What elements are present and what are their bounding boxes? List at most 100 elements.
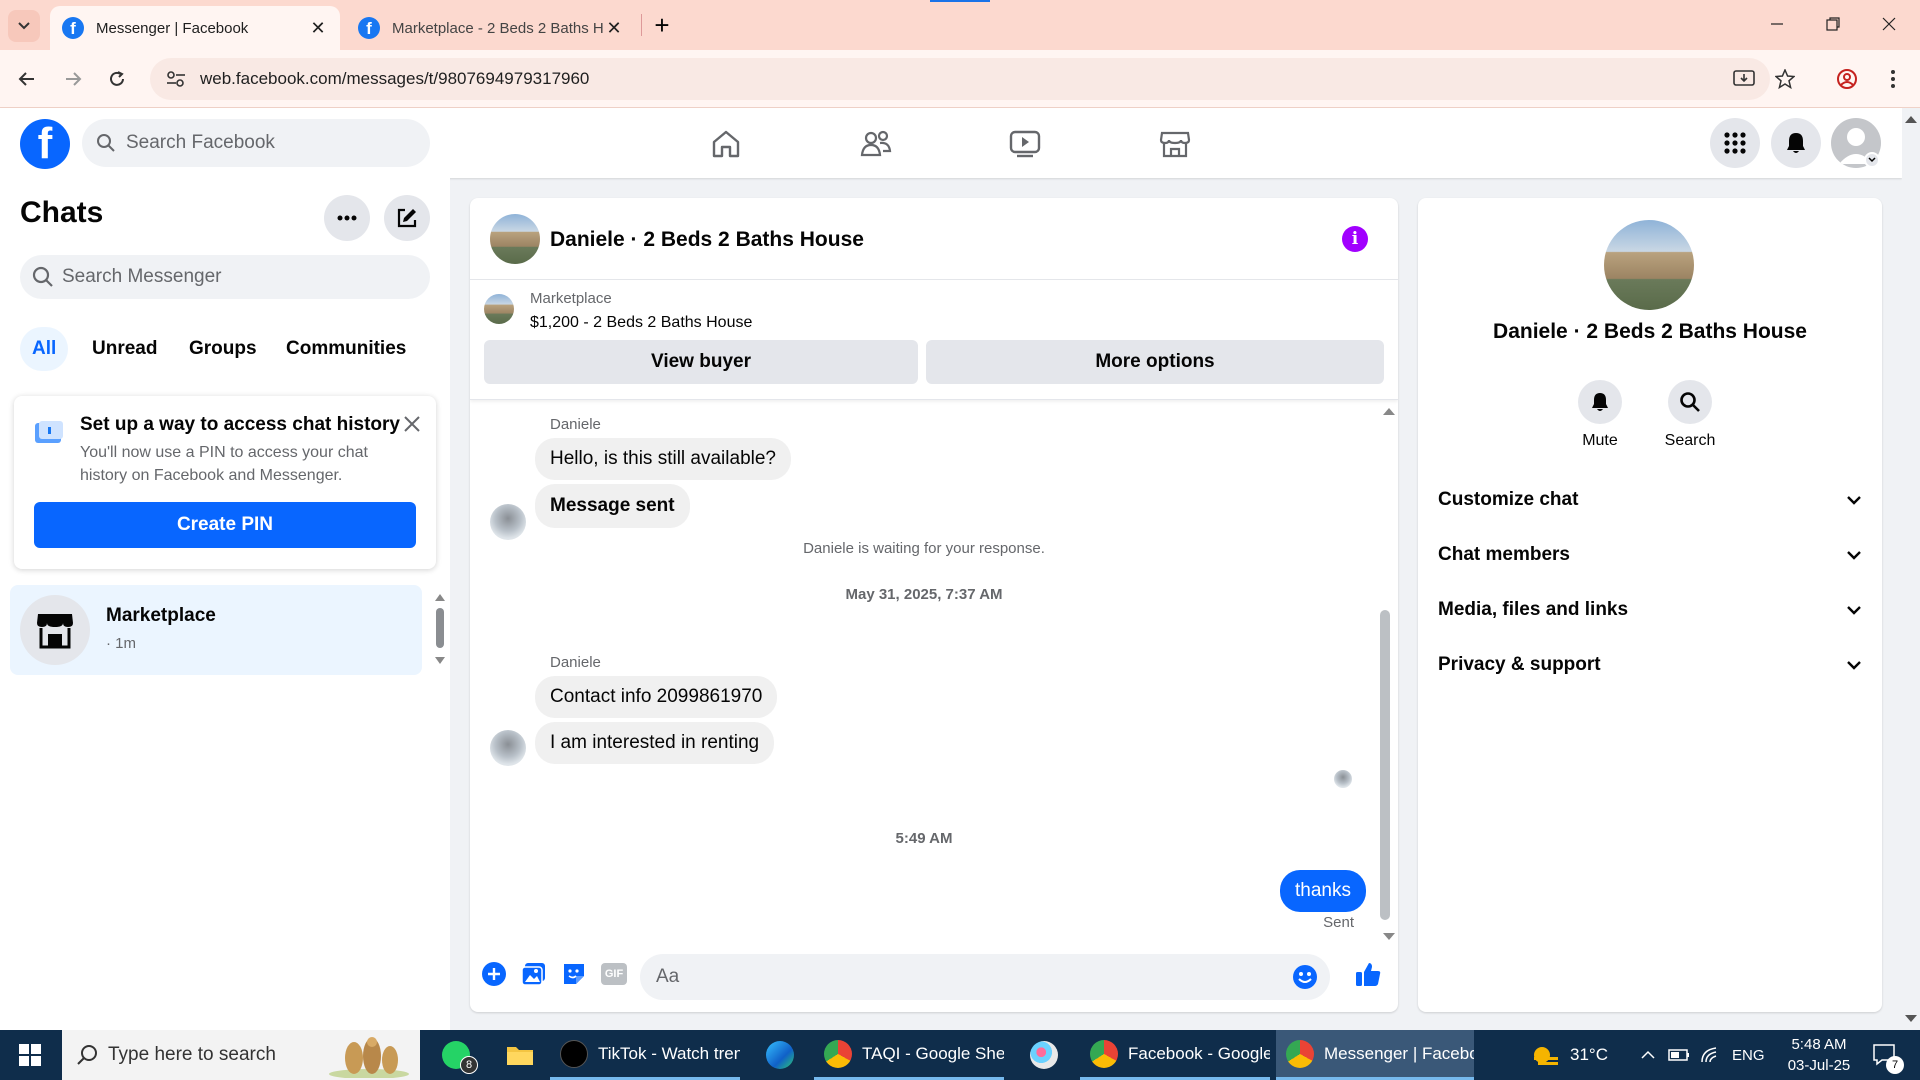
section-media-files-links[interactable]: Media, files and links [1438,588,1862,632]
create-pin-button[interactable]: Create PIN [34,502,416,548]
restore-button[interactable] [1810,8,1856,40]
install-app-button[interactable] [1727,62,1761,96]
triangle-down-icon[interactable] [1904,1014,1918,1024]
triangle-down-icon[interactable] [1382,932,1396,942]
gif-button[interactable]: GIF [600,960,628,988]
view-buyer-button[interactable]: View buyer [484,340,918,384]
filter-unread[interactable]: Unread [80,327,169,371]
message-bubble[interactable]: Hello, is this still available? [535,438,791,480]
marketplace-listing-block: Marketplace $1,200 - 2 Beds 2 Baths Hous… [470,280,1398,400]
outgoing-message-bubble[interactable]: thanks [1280,870,1366,912]
sender-avatar[interactable] [490,730,526,766]
taskbar-edge[interactable] [756,1030,800,1080]
message-bubble[interactable]: Message sent [535,484,690,528]
search-action[interactable]: Search [1650,380,1730,450]
filter-groups[interactable]: Groups [177,327,269,371]
message-input[interactable]: Aa [640,954,1330,1000]
pin-card-title: Set up a way to access chat history [80,414,400,435]
start-button[interactable] [0,1030,60,1080]
nav-marketplace[interactable] [1155,124,1195,164]
facebook-logo[interactable]: f [20,119,70,169]
triangle-up-icon[interactable] [1904,114,1918,124]
marketplace-icon [1159,131,1191,158]
taskbar-messenger-chrome[interactable]: Messenger | Facebo... [1276,1030,1474,1080]
sticker-button[interactable] [560,960,588,988]
conversation-info-icon[interactable]: i [1342,226,1368,252]
language-indicator[interactable]: ENG [1732,1030,1765,1080]
page-scrollbar[interactable] [1902,108,1920,1030]
chats-sidebar: Chats Search Messenger All Unread Groups… [0,178,450,1030]
forward-button[interactable] [56,62,90,96]
tab-marketplace[interactable]: f Marketplace - 2 Beds 2 Baths H ✕ [346,6,636,50]
list-scrollbar-thumb[interactable] [436,608,444,648]
weather-widget[interactable]: 31°C [1530,1030,1608,1080]
more-options-button[interactable]: More options [926,340,1384,384]
more-actions-button[interactable] [480,960,508,988]
minimize-button[interactable] [1754,8,1800,40]
sender-avatar[interactable] [490,504,526,540]
filter-all[interactable]: All [20,327,69,371]
back-button[interactable] [10,62,44,96]
chat-avatar[interactable] [490,214,540,264]
like-button[interactable] [1354,960,1382,988]
tab-messenger[interactable]: f Messenger | Facebook ✕ [50,6,340,50]
facebook-search-input[interactable]: Search Facebook [82,119,430,167]
close-card-button[interactable] [400,412,424,436]
new-message-button[interactable] [384,195,430,241]
listing-title[interactable]: $1,200 - 2 Beds 2 Baths House [530,314,752,332]
taskbar-paint[interactable] [1020,1030,1064,1080]
nav-friends[interactable] [856,124,896,164]
nav-home[interactable] [706,124,746,164]
close-tab-icon[interactable]: ✕ [308,18,328,39]
chat-title[interactable]: Daniele · 2 Beds 2 Baths House [550,228,864,252]
section-privacy-support[interactable]: Privacy & support [1438,643,1862,687]
details-avatar[interactable] [1604,220,1694,310]
emoji-button[interactable] [1292,964,1318,990]
taskbar-google-sheets[interactable]: TAQI - Google Shee... [814,1030,1004,1080]
taskbar-whatsapp[interactable]: 8 [426,1030,486,1080]
clock[interactable]: 5:48 AM 03-Jul-25 [1774,1034,1864,1076]
conversation-name: Marketplace [106,605,216,626]
message-bubble[interactable]: Contact info 2099861970 [535,676,778,718]
chats-options-button[interactable] [324,195,370,241]
mute-label: Mute [1582,432,1618,449]
menu-button[interactable] [1710,118,1760,168]
triangle-down-icon [435,657,445,664]
notification-center-button[interactable]: 7 [1872,1030,1904,1080]
message-sender: Daniele [550,416,601,433]
notifications-button[interactable] [1771,118,1821,168]
bookmark-button[interactable] [1768,62,1802,96]
battery-indicator[interactable] [1668,1030,1690,1080]
account-dropdown[interactable] [1864,152,1880,168]
list-scroll-up[interactable] [434,592,446,602]
tab-search-button[interactable] [8,10,40,42]
new-tab-button[interactable]: + [650,10,674,40]
search-conversation-button[interactable] [1668,380,1712,424]
section-chat-members[interactable]: Chat members [1438,533,1862,577]
messenger-search-input[interactable]: Search Messenger [20,255,430,299]
taskbar-tiktok[interactable]: TikTok - Watch tren... [550,1030,740,1080]
profile-button[interactable] [1830,62,1864,96]
close-tab-icon[interactable]: ✕ [604,18,624,39]
list-scroll-down[interactable] [434,656,446,666]
filter-communities[interactable]: Communities [274,327,418,371]
address-bar[interactable]: web.facebook.com/messages/t/980769497931… [150,58,1770,100]
message-bubble[interactable]: I am interested in renting [535,722,775,764]
network-indicator[interactable] [1700,1030,1720,1080]
mute-button[interactable] [1578,380,1622,424]
taskbar-search[interactable]: Type here to search [62,1030,420,1080]
close-window-button[interactable] [1866,8,1912,40]
mute-action[interactable]: Mute [1560,380,1640,450]
taskbar-file-explorer[interactable] [496,1030,536,1080]
section-customize-chat[interactable]: Customize chat [1438,478,1862,522]
tray-overflow-button[interactable] [1640,1030,1656,1080]
message-scrollbar-thumb[interactable] [1380,610,1390,920]
attach-photo-button[interactable] [520,960,548,988]
reload-button[interactable] [100,62,134,96]
triangle-up-icon[interactable] [1382,406,1396,416]
browser-menu-button[interactable] [1876,62,1910,96]
conversation-item-marketplace[interactable]: Marketplace · 1m [10,585,422,675]
site-settings-icon[interactable] [166,70,186,88]
taskbar-facebook-chrome[interactable]: Facebook - Google ... [1080,1030,1270,1080]
nav-watch[interactable] [1005,124,1045,164]
